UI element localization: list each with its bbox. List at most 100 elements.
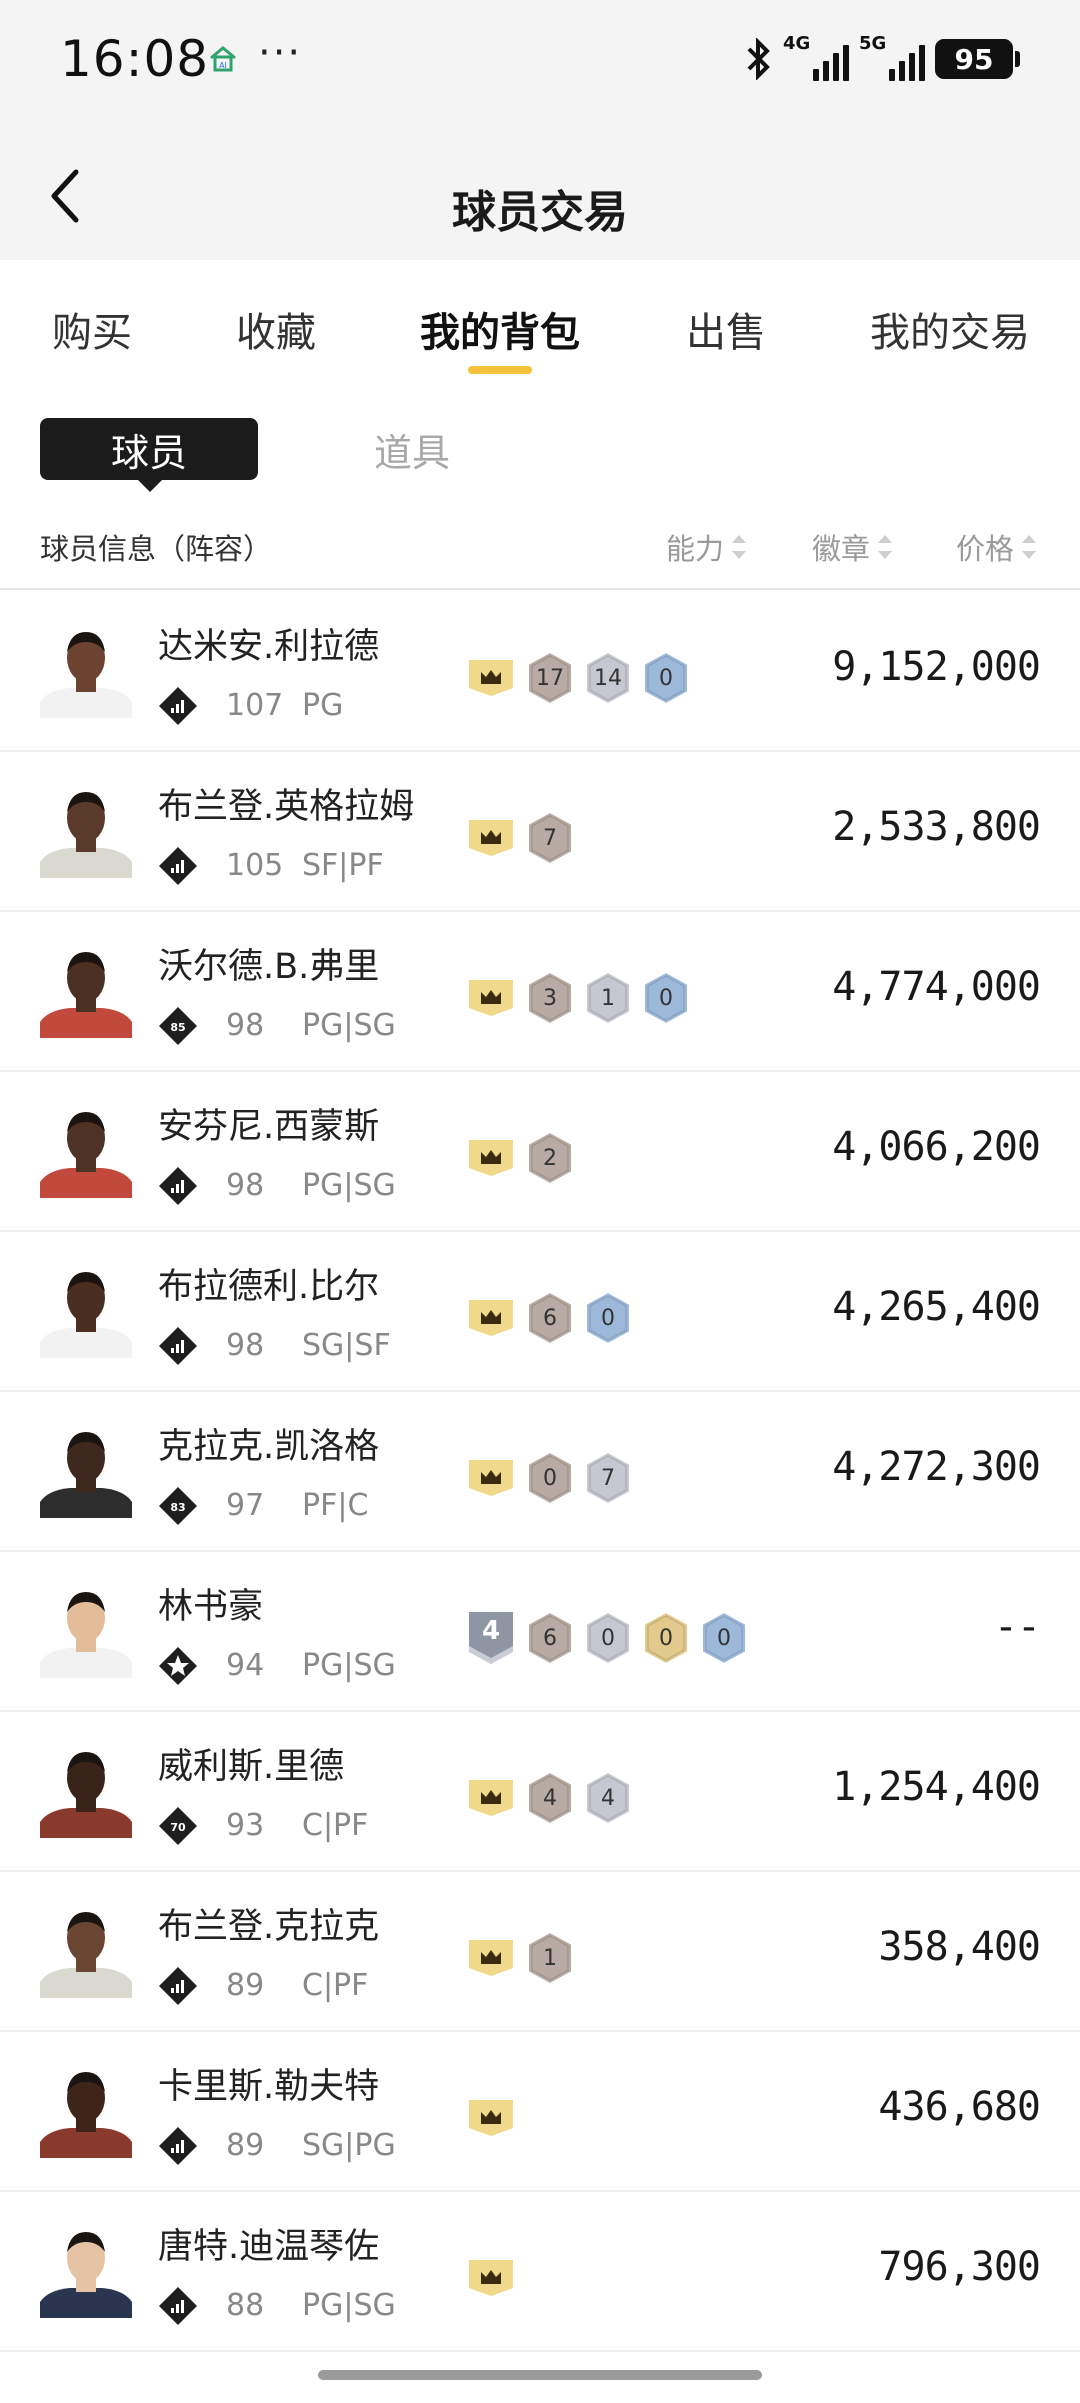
player-rating: 98 — [226, 1008, 265, 1043]
badge-count: 0 — [543, 1465, 557, 1491]
player-price: 9,152,000 — [832, 644, 1041, 690]
number-rank-icon: 83 — [159, 1487, 197, 1525]
player-price: 4,774,000 — [832, 964, 1041, 1010]
level-number: 4 — [481, 1616, 501, 1646]
player-price: 1,254,400 — [832, 1764, 1041, 1810]
player-list: 达米安.利拉德 107 PG 17 14 0 9,152,000 布兰登.英格拉姆 105 SF|… — [0, 592, 1080, 2352]
sort-badge[interactable]: 徽章 — [812, 526, 894, 568]
badge-bronze-icon: 0 — [525, 1450, 575, 1506]
player-row[interactable]: 林书豪 94 PG|SG 4 6 0 0 0 -- — [0, 1552, 1080, 1712]
player-name: 威利斯.里德 — [158, 1747, 345, 1787]
badge-bronze-icon: 4 — [525, 1770, 575, 1826]
number-rank-icon: 85 — [159, 1007, 197, 1045]
badge-count: 6 — [543, 1625, 557, 1651]
player-avatar — [40, 622, 132, 718]
player-avatar — [40, 1742, 132, 1838]
badge-count: 4 — [543, 1785, 557, 1811]
status-right-group: 4G 5G 95 — [743, 33, 1020, 84]
badge-group: 1 — [465, 1930, 575, 1986]
player-position: SG|PG — [302, 2128, 396, 2163]
badge-silver-icon: 7 — [583, 1450, 633, 1506]
player-row[interactable]: 沃尔德.B.弗里 85 98 PG|SG 3 1 0 4,774,000 — [0, 912, 1080, 1072]
signal-rank-icon — [159, 2127, 197, 2165]
player-position: PG|SG — [302, 2288, 396, 2323]
badge-count: 17 — [536, 665, 564, 691]
player-row[interactable]: 威利斯.里德 70 93 C|PF 4 4 1,254,400 — [0, 1712, 1080, 1872]
player-price: 436,680 — [878, 2084, 1041, 2130]
player-row[interactable]: 达米安.利拉德 107 PG 17 14 0 9,152,000 — [0, 592, 1080, 752]
badge-count: 1 — [601, 985, 615, 1011]
player-position: SG|SF — [302, 1328, 391, 1363]
sort-icon — [730, 534, 748, 560]
crown-icon — [469, 1300, 513, 1336]
crown-icon — [469, 660, 513, 696]
nav-bar: 球员交易 — [0, 120, 1080, 260]
tab-my-backpack[interactable]: 我的背包 — [420, 300, 580, 358]
player-row[interactable]: 克拉克.凯洛格 83 97 PF|C 0 7 4,272,300 — [0, 1392, 1080, 1552]
player-row[interactable]: 布拉德利.比尔 98 SG|SF 6 0 4,265,400 — [0, 1232, 1080, 1392]
player-row[interactable]: 布兰登.克拉克 89 C|PF 1 358,400 — [0, 1872, 1080, 2032]
player-row[interactable]: 布兰登.英格拉姆 105 SF|PF 7 2,533,800 — [0, 752, 1080, 912]
rank-number: 70 — [170, 1821, 186, 1834]
sort-ability[interactable]: 能力 — [666, 526, 748, 568]
signal-rank-icon — [159, 1967, 197, 2005]
player-position: PG — [302, 688, 344, 723]
svg-text:AI: AI — [219, 61, 227, 70]
crown-icon — [469, 980, 513, 1016]
player-row[interactable]: 安芬尼.西蒙斯 98 PG|SG 2 4,066,200 — [0, 1072, 1080, 1232]
badge-count: 3 — [543, 985, 557, 1011]
sort-price[interactable]: 价格 — [956, 526, 1038, 568]
badge-group: 4 6 0 0 0 — [465, 1610, 749, 1666]
signal-rank-icon — [159, 1327, 197, 1365]
player-name: 布拉德利.比尔 — [158, 1267, 380, 1307]
player-rating: 98 — [226, 1328, 265, 1363]
player-price: 4,265,400 — [832, 1284, 1041, 1330]
player-row[interactable]: 卡里斯.勒夫特 89 SG|PG 436,680 — [0, 2032, 1080, 2192]
badge-count: 7 — [601, 1465, 615, 1491]
badge-count: 0 — [601, 1305, 615, 1331]
battery-icon: 95 — [935, 39, 1020, 79]
player-name: 沃尔德.B.弗里 — [158, 947, 380, 987]
signal-rank-icon — [159, 1167, 197, 1205]
tab-buy[interactable]: 购买 — [52, 300, 132, 358]
bluetooth-icon — [747, 38, 770, 80]
player-position: C|PF — [302, 1968, 369, 2003]
player-rating: 107 — [226, 688, 284, 723]
player-rating: 105 — [226, 848, 284, 883]
player-name: 布兰登.英格拉姆 — [158, 787, 415, 827]
badge-count: 0 — [601, 1625, 615, 1651]
signal-5g-icon: 5G — [859, 33, 925, 81]
crown-icon — [469, 2100, 513, 2136]
badge-gold-icon: 0 — [641, 1610, 691, 1666]
player-name: 布兰登.克拉克 — [158, 1907, 380, 1947]
badge-group: 2 — [465, 1130, 575, 1186]
player-position: PG|SG — [302, 1168, 396, 1203]
badge-count: 6 — [543, 1305, 557, 1331]
badge-group: 17 14 0 — [465, 650, 691, 706]
subtab-players[interactable]: 球员 — [40, 418, 258, 492]
player-price: -- — [993, 1604, 1041, 1650]
tab-my-trades[interactable]: 我的交易 — [870, 300, 1030, 358]
number-rank-icon: 70 — [159, 1807, 197, 1845]
battery-level: 95 — [935, 39, 1013, 79]
list-header: 球员信息（阵容） 能力 徽章 价格 — [0, 510, 1080, 590]
badge-group — [465, 2250, 517, 2306]
signal-rank-icon — [159, 687, 197, 725]
net-5g-label: 5G — [859, 33, 887, 54]
player-rating: 93 — [226, 1808, 265, 1843]
player-avatar — [40, 1902, 132, 1998]
badge-count: 0 — [659, 1625, 673, 1651]
sort-badge-label: 徽章 — [812, 532, 871, 566]
home-indicator[interactable] — [318, 2370, 762, 2380]
badge-silver-icon: 14 — [583, 650, 633, 706]
player-row[interactable]: 唐特.迪温琴佐 88 PG|SG 796,300 — [0, 2192, 1080, 2352]
net-4g-label: 4G — [783, 33, 811, 54]
subtab-items[interactable]: 道具 — [374, 422, 450, 477]
player-position: PG|SG — [302, 1648, 396, 1683]
badge-count: 4 — [601, 1785, 615, 1811]
tab-sell[interactable]: 出售 — [686, 300, 766, 358]
crown-icon — [469, 820, 513, 856]
badge-bronze-icon: 6 — [525, 1290, 575, 1346]
tab-favorites[interactable]: 收藏 — [236, 300, 316, 358]
crown-icon — [469, 1940, 513, 1976]
